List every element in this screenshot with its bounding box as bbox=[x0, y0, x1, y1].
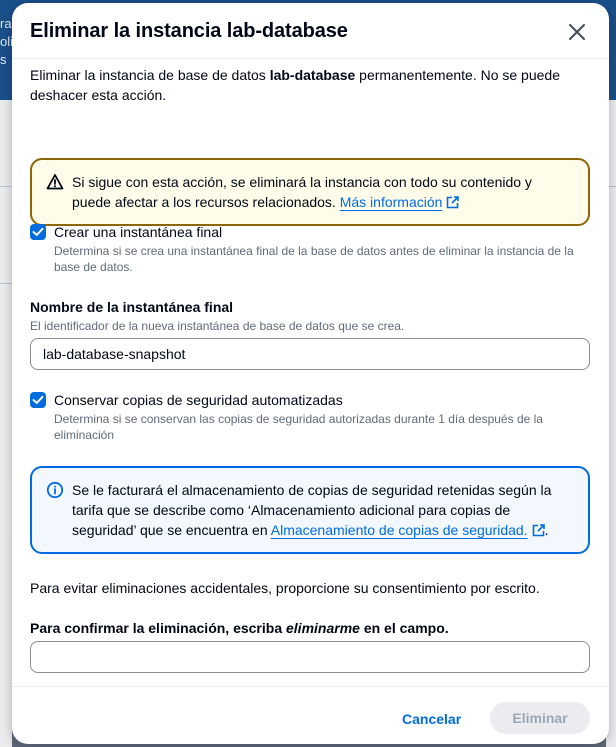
close-icon bbox=[569, 24, 585, 40]
retain-backups-description: Determina si se conservan las copias de … bbox=[54, 412, 543, 442]
confirm-keyword: eliminarme bbox=[286, 620, 360, 636]
background-divider bbox=[0, 283, 12, 284]
background-panel-left bbox=[0, 100, 12, 747]
background-divider bbox=[0, 186, 12, 187]
info-alert: Se le facturará el almacenamiento de cop… bbox=[30, 466, 590, 554]
more-info-link[interactable]: Más información bbox=[340, 194, 443, 210]
retain-backups-label: Conservar copias de seguridad automatiza… bbox=[54, 392, 343, 408]
modal-body: Eliminar la instancia de base de datos l… bbox=[30, 65, 590, 673]
snapshot-name-description: El identificador de la nueva instantánea… bbox=[30, 319, 405, 333]
confirm-label: Para confirmar la eliminación, escriba e… bbox=[30, 620, 449, 636]
final-snapshot-description: Determina si se crea una instantánea fin… bbox=[54, 244, 574, 274]
retain-backups-checkbox[interactable] bbox=[30, 392, 46, 408]
close-button[interactable] bbox=[565, 20, 589, 44]
checkmark-icon bbox=[32, 227, 44, 236]
modal-header: Eliminar la instancia lab-database bbox=[12, 3, 609, 59]
final-snapshot-checkbox[interactable] bbox=[30, 224, 46, 240]
modal-title: Eliminar la instancia lab-database bbox=[30, 20, 348, 42]
bg-text-fragment: s bbox=[0, 52, 7, 67]
cancel-button[interactable]: Cancelar bbox=[390, 704, 473, 734]
bg-text-fragment: ra bbox=[0, 16, 12, 31]
info-icon bbox=[46, 481, 64, 499]
checkmark-icon bbox=[32, 395, 44, 404]
snapshot-name-input[interactable] bbox=[30, 338, 590, 370]
instance-name: lab-database bbox=[269, 67, 356, 83]
warning-icon bbox=[46, 174, 64, 190]
final-snapshot-label: Crear una instantánea final bbox=[54, 224, 223, 240]
retain-backups-checkbox-row[interactable]: Conservar copias de seguridad automatiza… bbox=[30, 391, 590, 442]
final-snapshot-checkbox-row[interactable]: Crear una instantánea final Determina si… bbox=[30, 223, 590, 274]
confirm-input[interactable] bbox=[30, 641, 590, 673]
snapshot-name-label: Nombre de la instantánea final bbox=[30, 299, 234, 315]
delete-button[interactable]: Eliminar bbox=[490, 702, 590, 734]
consent-text: Para evitar eliminaciones accidentales, … bbox=[30, 580, 540, 596]
external-link-icon bbox=[447, 196, 460, 209]
modal-description: Eliminar la instancia de base de datos l… bbox=[30, 67, 560, 103]
delete-instance-modal: Eliminar la instancia lab-database Elimi… bbox=[12, 3, 609, 744]
warning-text: Si sigue con esta acción, se eliminará l… bbox=[72, 174, 532, 210]
backup-storage-link[interactable]: Almacenamiento de copias de seguridad. bbox=[271, 522, 528, 538]
external-link-icon bbox=[532, 524, 545, 537]
warning-alert: Si sigue con esta acción, se eliminará l… bbox=[30, 158, 590, 226]
info-suffix: . bbox=[544, 522, 549, 538]
modal-footer: Cancelar Eliminar bbox=[12, 686, 609, 744]
